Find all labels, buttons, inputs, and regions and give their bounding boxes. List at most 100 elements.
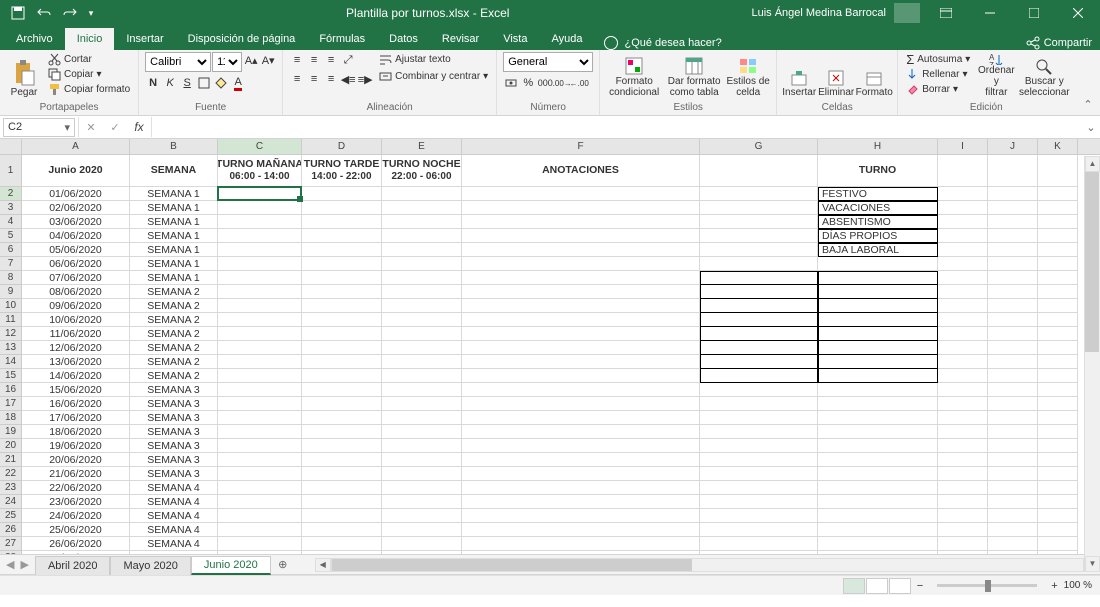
cell[interactable] [218, 327, 302, 341]
collapse-ribbon-button[interactable]: ⌃ [1076, 50, 1100, 115]
cell[interactable] [462, 481, 700, 495]
cell[interactable] [1038, 411, 1078, 425]
page-layout-view-button[interactable] [866, 578, 888, 594]
cell[interactable] [938, 257, 988, 271]
cell[interactable]: SEMANA 1 [130, 229, 218, 243]
vscroll-thumb[interactable] [1085, 172, 1099, 352]
cell[interactable] [818, 341, 938, 355]
cell[interactable] [382, 537, 462, 551]
cell[interactable] [988, 523, 1038, 537]
cell[interactable] [1038, 551, 1078, 554]
cell[interactable] [700, 425, 818, 439]
cell[interactable] [1038, 201, 1078, 215]
row-header[interactable]: 15 [0, 369, 22, 383]
row-header[interactable]: 18 [0, 411, 22, 425]
cell[interactable] [938, 341, 988, 355]
page-break-view-button[interactable] [889, 578, 911, 594]
cell[interactable] [700, 397, 818, 411]
insert-cells-button[interactable]: Insertar [783, 52, 815, 100]
cell[interactable] [818, 369, 938, 383]
cell[interactable] [818, 313, 938, 327]
row-header[interactable]: 3 [0, 201, 22, 215]
cell[interactable] [382, 383, 462, 397]
cell[interactable] [218, 481, 302, 495]
cell[interactable] [462, 425, 700, 439]
cell[interactable] [218, 509, 302, 523]
cell[interactable]: SEMANA 2 [130, 341, 218, 355]
cell[interactable] [302, 257, 382, 271]
cell[interactable] [1038, 397, 1078, 411]
cell[interactable]: 10/06/2020 [22, 313, 130, 327]
cell[interactable] [1038, 229, 1078, 243]
cell[interactable] [938, 215, 988, 229]
row-header[interactable]: 27 [0, 537, 22, 551]
cell[interactable] [382, 453, 462, 467]
align-right-button[interactable]: ≡ [323, 71, 339, 87]
cell[interactable] [462, 369, 700, 383]
cell[interactable] [302, 355, 382, 369]
cell[interactable] [382, 229, 462, 243]
cell[interactable] [302, 467, 382, 481]
format-cells-button[interactable]: Formato [857, 52, 891, 100]
cell[interactable] [1038, 285, 1078, 299]
cell[interactable] [218, 299, 302, 313]
cell[interactable] [938, 453, 988, 467]
cell[interactable] [218, 355, 302, 369]
cell[interactable] [938, 425, 988, 439]
cell[interactable] [462, 411, 700, 425]
cell[interactable]: SEMANA 3 [130, 467, 218, 481]
col-header-d[interactable]: D [302, 139, 382, 154]
cell[interactable] [938, 229, 988, 243]
cell[interactable] [1038, 425, 1078, 439]
cell[interactable] [988, 355, 1038, 369]
cell[interactable] [988, 425, 1038, 439]
cell[interactable] [938, 285, 988, 299]
cell[interactable] [302, 229, 382, 243]
cell[interactable] [818, 439, 938, 453]
cell[interactable] [988, 467, 1038, 481]
cell[interactable] [700, 509, 818, 523]
qat-customize-button[interactable]: ▾ [84, 2, 98, 24]
cell[interactable]: SEMANA 4 [130, 551, 218, 554]
cell[interactable] [988, 551, 1038, 554]
cell[interactable] [818, 355, 938, 369]
cell[interactable]: SEMANA 4 [130, 509, 218, 523]
delete-cells-button[interactable]: Eliminar [819, 52, 853, 100]
cell[interactable]: 24/06/2020 [22, 509, 130, 523]
cell[interactable] [462, 201, 700, 215]
cell[interactable] [218, 383, 302, 397]
cell[interactable] [938, 467, 988, 481]
cell[interactable]: SEMANA 2 [130, 355, 218, 369]
tab-insertar[interactable]: Insertar [114, 28, 175, 50]
cell[interactable] [988, 537, 1038, 551]
cell[interactable] [818, 285, 938, 299]
cell[interactable]: 18/06/2020 [22, 425, 130, 439]
cell[interactable] [700, 327, 818, 341]
cell[interactable] [988, 229, 1038, 243]
sheet-nav-prev[interactable]: ◀ [6, 558, 14, 571]
cell[interactable] [302, 481, 382, 495]
percent-button[interactable]: % [520, 75, 536, 91]
cell[interactable]: SEMANA 2 [130, 313, 218, 327]
cell[interactable] [218, 397, 302, 411]
cell[interactable]: 14/06/2020 [22, 369, 130, 383]
cell[interactable] [382, 327, 462, 341]
cell[interactable] [700, 229, 818, 243]
cell[interactable] [462, 313, 700, 327]
cell[interactable] [382, 215, 462, 229]
cell[interactable] [382, 369, 462, 383]
cell[interactable]: SEMANA 4 [130, 481, 218, 495]
format-as-table-button[interactable]: Dar formato como tabla [666, 52, 722, 100]
cell[interactable]: 13/06/2020 [22, 355, 130, 369]
cell[interactable]: SEMANA 2 [130, 285, 218, 299]
cell[interactable]: ABSENTISMO [818, 215, 938, 229]
cell[interactable] [462, 327, 700, 341]
sort-filter-button[interactable]: AZOrdenar y filtrar [976, 52, 1016, 100]
cell[interactable] [382, 257, 462, 271]
increase-indent-button[interactable]: ≡▶ [357, 71, 373, 87]
cell[interactable] [1038, 299, 1078, 313]
cell[interactable]: SEMANA 3 [130, 453, 218, 467]
orientation-button[interactable]: ⤢ [340, 52, 356, 68]
cell[interactable]: SEMANA 1 [130, 257, 218, 271]
cell[interactable] [818, 271, 938, 285]
